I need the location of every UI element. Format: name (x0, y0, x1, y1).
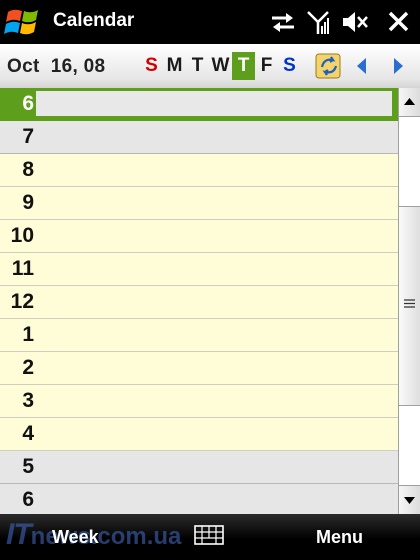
vertical-scrollbar[interactable] (398, 88, 420, 514)
hour-row[interactable]: 2 (0, 352, 398, 385)
weekday-tuesday[interactable]: T (186, 52, 209, 80)
connectivity-icon[interactable] (268, 8, 298, 36)
hour-label: 6 (22, 488, 34, 511)
weekday-wednesday[interactable]: W (209, 52, 232, 80)
hour-label: 3 (22, 389, 34, 412)
hour-row[interactable]: 1 (0, 319, 398, 352)
weekday-thursday-today[interactable]: T (232, 52, 255, 80)
volume-muted-icon[interactable] (340, 8, 370, 36)
selected-slot[interactable] (36, 91, 392, 116)
hour-row[interactable]: 3 (0, 385, 398, 418)
hour-label: 6 (22, 92, 34, 115)
app-title: Calendar (53, 10, 135, 31)
hour-row[interactable]: 9 (0, 187, 398, 220)
hour-label: 10 (10, 224, 34, 247)
date-bar: Oct 16, 08 S M T W T F S (0, 44, 420, 89)
weekday-sunday[interactable]: S (140, 52, 163, 80)
hour-label: 8 (22, 158, 34, 181)
windows-start-icon[interactable] (4, 4, 44, 40)
softkey-bar: ITnews.com.ua Week Menu (0, 514, 420, 560)
day-hour-grid[interactable]: 6 7 8 9 10 11 12 1 2 3 4 5 6 (0, 88, 398, 514)
hour-row[interactable]: 11 (0, 253, 398, 286)
weekday-friday[interactable]: F (255, 52, 278, 80)
next-day-icon[interactable] (382, 51, 412, 81)
close-icon[interactable] (384, 8, 414, 36)
signal-icon[interactable] (304, 8, 334, 36)
hour-label: 2 (22, 356, 34, 379)
current-date[interactable]: Oct 16, 08 (7, 56, 105, 78)
hour-row[interactable]: 6 (0, 484, 398, 514)
title-bar: Calendar (0, 0, 420, 44)
hour-row[interactable]: 4 (0, 418, 398, 451)
hour-row[interactable]: 12 (0, 286, 398, 319)
hour-label: 4 (22, 422, 34, 445)
scrollbar-thumb[interactable] (399, 206, 420, 406)
hour-label: 1 (22, 323, 34, 346)
scrollbar-grip-icon (404, 299, 415, 308)
watermark-main: IT (6, 518, 32, 551)
scroll-down-arrow-icon[interactable] (399, 485, 420, 514)
hour-row[interactable]: 8 (0, 154, 398, 187)
hour-label: 11 (11, 257, 34, 280)
hour-row[interactable]: 7 (0, 121, 398, 154)
menu-softkey[interactable]: Menu (316, 527, 363, 548)
hour-label: 12 (10, 290, 34, 313)
keyboard-icon[interactable] (194, 524, 224, 546)
hour-label: 7 (22, 125, 34, 148)
weekday-saturday[interactable]: S (278, 52, 301, 80)
weekday-strip: S M T W T F S (140, 52, 301, 80)
hour-label: 5 (22, 455, 34, 478)
scroll-up-arrow-icon[interactable] (399, 88, 420, 117)
hour-row[interactable]: 5 (0, 451, 398, 484)
previous-day-icon[interactable] (348, 51, 378, 81)
week-softkey[interactable]: Week (52, 527, 99, 548)
hour-label: 9 (22, 191, 34, 214)
hour-row[interactable]: 10 (0, 220, 398, 253)
hour-row[interactable]: 6 (0, 88, 398, 121)
go-to-today-icon[interactable] (314, 51, 344, 81)
weekday-monday[interactable]: M (163, 52, 186, 80)
